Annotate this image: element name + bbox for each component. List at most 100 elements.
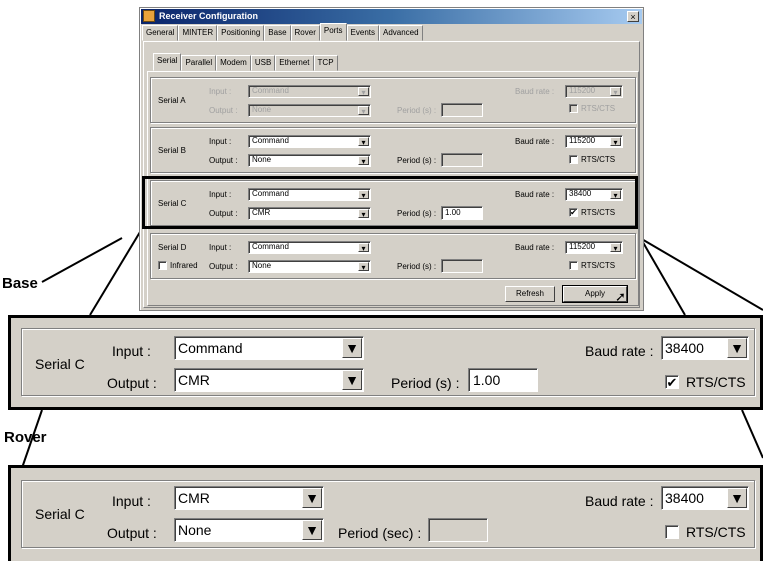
rover-callout: Rover [4, 429, 47, 446]
chevron-down-icon: ▾ [610, 137, 621, 147]
serial-d-period-label: Period (s) : [397, 262, 437, 271]
tab-tcp[interactable]: TCP [313, 55, 338, 71]
tab-minter[interactable]: MINTER [178, 25, 218, 41]
tab-ports[interactable]: Ports [319, 23, 347, 41]
dialog-title: Receiver Configuration [159, 11, 259, 21]
serial-b-input-select[interactable]: Command ▾ [248, 135, 371, 148]
rover-output-select[interactable]: None ▼ [174, 518, 324, 542]
rover-rts-label: RTS/CTS [686, 524, 746, 540]
serial-a-group: Serial A Input : Command ▾ Output : None ▾… [150, 77, 636, 123]
main-tabs: General MINTER Positioning Base Rover Po… [142, 23, 423, 41]
serial-c-highlight [142, 176, 638, 229]
serial-a-rts-label: RTS/CTS [581, 104, 616, 113]
serial-d-output-select[interactable]: None ▾ [248, 260, 371, 273]
base-panel: Serial C Input : Command ▼ Output : CMR ▼ … [8, 315, 763, 410]
base-input-select[interactable]: Command ▼ [174, 336, 364, 360]
tab-advanced[interactable]: Advanced [379, 25, 423, 41]
refresh-button[interactable]: Refresh [505, 286, 555, 302]
port-tabs: Serial Parallel Modem USB Ethernet TCP [153, 53, 338, 71]
base-period-field[interactable]: 1.00 [468, 368, 538, 392]
serial-d-input-select[interactable]: Command ▾ [248, 241, 371, 254]
chevron-down-icon: ▼ [727, 488, 747, 508]
serial-a-baud-select[interactable]: 115200 ▾ [565, 85, 623, 98]
infrared-checkbox[interactable] [158, 261, 167, 270]
title-bar: Receiver Configuration × [141, 9, 642, 24]
tab-serial[interactable]: Serial [153, 53, 182, 71]
serial-b-baud-select[interactable]: 115200 ▾ [565, 135, 623, 148]
rover-input-label: Input : [112, 493, 151, 509]
chevron-down-icon: ▾ [358, 106, 369, 116]
rover-port-label: Serial C [35, 506, 85, 522]
serial-a-output-label: Output : [209, 106, 238, 115]
chevron-down-icon: ▼ [342, 338, 362, 358]
close-button[interactable]: × [627, 11, 639, 22]
chevron-down-icon: ▼ [302, 488, 322, 508]
tab-general[interactable]: General [142, 25, 179, 41]
rover-input-select[interactable]: CMR ▼ [174, 486, 324, 510]
serial-d-rts-checkbox[interactable] [569, 261, 578, 270]
serial-b-period-label: Period (s) : [397, 156, 437, 165]
tab-base[interactable]: Base [264, 25, 291, 41]
serial-b-output-label: Output : [209, 156, 238, 165]
rover-panel: Serial C Input : CMR ▼ Output : None ▼ Per… [8, 465, 763, 561]
rover-baud-select[interactable]: 38400 ▼ [661, 486, 749, 510]
serial-d-group: Serial D Infrared Input : Command ▾ Outpu… [150, 233, 636, 279]
base-rts-label: RTS/CTS [686, 374, 746, 390]
serial-a-output-select[interactable]: None ▾ [248, 104, 371, 117]
base-output-select[interactable]: CMR ▼ [174, 368, 364, 392]
chevron-down-icon: ▾ [358, 137, 369, 147]
mouse-pointer-icon: ➚ [615, 289, 626, 304]
serial-d-period-field[interactable] [441, 259, 483, 273]
tab-ethernet[interactable]: Ethernet [275, 55, 314, 71]
serial-a-period-label: Period (s) : [397, 106, 437, 115]
rover-period-field[interactable] [428, 518, 488, 542]
tab-usb[interactable]: USB [250, 55, 276, 71]
chevron-down-icon: ▾ [610, 243, 621, 253]
base-period-label: Period (s) : [391, 375, 460, 391]
serial-a-label: Serial A [158, 96, 186, 105]
base-output-label: Output : [107, 375, 157, 391]
base-rts-checkbox[interactable]: ✔ [665, 375, 679, 389]
base-callout: Base [2, 275, 38, 292]
rover-output-label: Output : [107, 525, 157, 541]
tab-positioning[interactable]: Positioning [217, 25, 265, 41]
serial-d-label: Serial D [158, 243, 187, 252]
serial-b-rts-checkbox[interactable] [569, 155, 578, 164]
tab-parallel[interactable]: Parallel [181, 55, 217, 71]
serial-b-label: Serial B [158, 146, 187, 155]
serial-a-period-field[interactable] [441, 103, 483, 117]
serial-b-input-label: Input : [209, 137, 232, 146]
base-input-label: Input : [112, 343, 151, 359]
serial-d-rts-label: RTS/CTS [581, 261, 616, 270]
rover-period-label: Period (sec) : [338, 525, 422, 541]
tab-modem[interactable]: Modem [216, 55, 251, 71]
chevron-down-icon: ▾ [358, 87, 369, 97]
serial-b-period-field[interactable] [441, 153, 483, 167]
infrared-label: Infrared [170, 261, 198, 270]
base-baud-select[interactable]: 38400 ▼ [661, 336, 749, 360]
tab-rover[interactable]: Rover [290, 25, 320, 41]
serial-d-input-label: Input : [209, 243, 232, 252]
serial-b-baud-label: Baud rate : [515, 137, 555, 146]
serial-a-rts-checkbox[interactable] [569, 104, 578, 113]
tab-events[interactable]: Events [346, 25, 379, 41]
chevron-down-icon: ▾ [358, 262, 369, 272]
chevron-down-icon: ▼ [727, 338, 747, 358]
serial-b-output-select[interactable]: None ▾ [248, 154, 371, 167]
serial-a-input-label: Input : [209, 87, 232, 96]
base-port-label: Serial C [35, 356, 85, 372]
serial-b-rts-label: RTS/CTS [581, 155, 616, 164]
chevron-down-icon: ▼ [342, 370, 362, 390]
serial-d-baud-label: Baud rate : [515, 243, 555, 252]
chevron-down-icon: ▾ [358, 243, 369, 253]
serial-b-group: Serial B Input : Command ▾ Output : None ▾… [150, 127, 636, 173]
rover-baud-label: Baud rate : [585, 493, 654, 509]
chevron-down-icon: ▼ [302, 520, 322, 540]
serial-a-baud-label: Baud rate : [515, 87, 555, 96]
chevron-down-icon: ▾ [358, 156, 369, 166]
serial-d-baud-select[interactable]: 115200 ▾ [565, 241, 623, 254]
chevron-down-icon: ▾ [610, 87, 621, 97]
rover-rts-checkbox[interactable] [665, 525, 679, 539]
base-baud-label: Baud rate : [585, 343, 654, 359]
serial-a-input-select[interactable]: Command ▾ [248, 85, 371, 98]
